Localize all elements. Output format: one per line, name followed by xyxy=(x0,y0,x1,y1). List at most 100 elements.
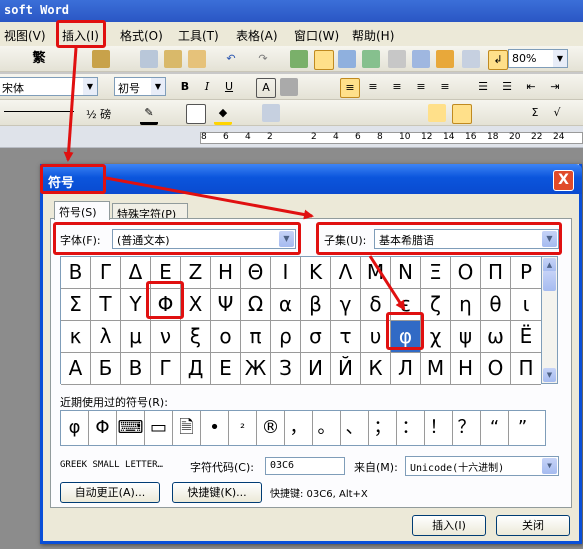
document-map-icon[interactable] xyxy=(436,50,454,68)
menu-format[interactable]: 格式(O) xyxy=(120,27,163,44)
borders-icon[interactable] xyxy=(186,104,206,124)
symbol-cell[interactable]: Σ xyxy=(61,289,91,321)
symbol-cell[interactable]: ι xyxy=(511,289,541,321)
recent-symbol[interactable]: Φ xyxy=(89,411,117,445)
char-border-button[interactable]: A xyxy=(256,78,276,98)
symbol-cell[interactable]: К xyxy=(361,353,391,385)
symbol-cell[interactable]: Л xyxy=(391,353,421,385)
insert-button[interactable]: 插入(I) xyxy=(412,515,486,536)
recent-symbol[interactable]: 。 xyxy=(313,411,341,445)
symbol-cell[interactable]: Б xyxy=(91,353,121,385)
recent-symbol[interactable]: • xyxy=(201,411,229,445)
symbol-cell[interactable]: Ν xyxy=(391,257,421,289)
scroll-thumb[interactable] xyxy=(543,271,556,291)
symbol-cell[interactable]: η xyxy=(451,289,481,321)
symbol-cell[interactable]: τ xyxy=(331,321,361,353)
recent-symbol[interactable]: ” xyxy=(509,411,536,445)
recent-symbol[interactable]: ： xyxy=(397,411,425,445)
chinese-conversion-button[interactable]: 繁 xyxy=(30,50,48,68)
symbol-grid-scrollbar[interactable]: ▲ ▼ xyxy=(542,256,558,384)
symbol-cell[interactable]: Ё xyxy=(511,321,541,353)
recent-symbol[interactable]: ▭ xyxy=(145,411,173,445)
symbol-cell[interactable]: κ xyxy=(61,321,91,353)
line-weight-select[interactable]: ½ 磅 xyxy=(86,106,111,122)
symbol-cell[interactable]: П xyxy=(511,353,541,385)
line-style-icon[interactable] xyxy=(4,111,74,112)
font-name-select[interactable]: 宋体 ▼ xyxy=(0,77,98,96)
symbol-cell[interactable]: А xyxy=(61,353,91,385)
symbol-cell[interactable]: ψ xyxy=(451,321,481,353)
symbol-cell[interactable]: σ xyxy=(301,321,331,353)
recent-symbol[interactable]: ² xyxy=(229,411,257,445)
align-center-icon[interactable]: ≡ xyxy=(364,78,382,96)
tab-symbols[interactable]: 符号(S) xyxy=(54,201,110,220)
recent-symbol[interactable]: ⌨ xyxy=(117,411,145,445)
columns-icon[interactable] xyxy=(388,50,406,68)
char-shading-icon[interactable] xyxy=(280,78,298,96)
symbol-cell[interactable]: О xyxy=(481,353,511,385)
symbol-cell[interactable]: М xyxy=(421,353,451,385)
numbering-icon[interactable]: ☰ xyxy=(474,78,492,96)
sigma-icon[interactable]: Σ xyxy=(526,104,544,122)
recent-symbol[interactable]: ； xyxy=(369,411,397,445)
show-formatting-icon[interactable] xyxy=(462,50,480,68)
drawing-icon[interactable] xyxy=(412,50,430,68)
symbol-cell[interactable]: Ω xyxy=(241,289,271,321)
tables-borders-icon[interactable] xyxy=(314,50,334,70)
symbol-cell[interactable]: ω xyxy=(481,321,511,353)
scroll-down-icon[interactable]: ▼ xyxy=(543,368,556,382)
symbol-cell[interactable]: π xyxy=(241,321,271,353)
symbol-cell[interactable]: Π xyxy=(481,257,511,289)
autoformat-icon[interactable] xyxy=(428,104,446,122)
symbol-cell[interactable]: ρ xyxy=(271,321,301,353)
menu-window[interactable]: 窗口(W) xyxy=(294,27,339,44)
symbol-cell[interactable]: З xyxy=(271,353,301,385)
symbol-cell[interactable]: Ι xyxy=(271,257,301,289)
symbol-cell[interactable]: ν xyxy=(151,321,181,353)
pen-color-icon[interactable]: ✎ xyxy=(140,104,158,125)
symbol-cell[interactable]: Д xyxy=(181,353,211,385)
align-left-icon[interactable]: ≡ xyxy=(340,78,360,98)
symbol-cell[interactable]: И xyxy=(301,353,331,385)
recent-symbol[interactable]: φ xyxy=(61,411,89,445)
recent-symbol[interactable]: ， xyxy=(285,411,313,445)
shortcut-key-button[interactable]: 快捷键(K)... xyxy=(172,482,262,503)
symbol-cell[interactable]: В xyxy=(121,353,151,385)
shading-color-icon[interactable]: ◆ xyxy=(214,104,232,125)
insert-table-icon[interactable] xyxy=(338,50,356,68)
menu-help[interactable]: 帮助(H) xyxy=(352,27,394,44)
symbol-cell[interactable]: Κ xyxy=(301,257,331,289)
symbol-cell[interactable]: Й xyxy=(331,353,361,385)
hyperlink-icon[interactable] xyxy=(290,50,308,68)
insert-table-icon[interactable] xyxy=(262,104,280,122)
justify-icon[interactable]: ≡ xyxy=(412,78,430,96)
recent-symbol[interactable]: ！ xyxy=(425,411,453,445)
symbol-cell[interactable]: ο xyxy=(211,321,241,353)
format-painter-icon[interactable] xyxy=(188,50,206,68)
increase-indent-icon[interactable]: ⇥ xyxy=(546,78,564,96)
symbol-cell[interactable]: β xyxy=(301,289,331,321)
paragraph-marks-icon[interactable]: ↲ xyxy=(488,50,508,70)
symbol-cell[interactable]: Ψ xyxy=(211,289,241,321)
insert-excel-icon[interactable] xyxy=(362,50,380,68)
symbol-cell[interactable]: λ xyxy=(91,321,121,353)
ruler-strip[interactable]: 8 6 4 2 2 4 6 8 10 12 14 16 18 20 22 24 xyxy=(200,132,583,144)
symbol-cell[interactable]: Χ xyxy=(181,289,211,321)
close-button[interactable]: 关闭 xyxy=(496,515,570,536)
symbol-cell[interactable]: ξ xyxy=(181,321,211,353)
symbol-cell[interactable]: α xyxy=(271,289,301,321)
symbol-cell[interactable]: θ xyxy=(481,289,511,321)
table-grid-icon[interactable] xyxy=(452,104,472,124)
redo-icon[interactable]: ↷ xyxy=(254,50,272,68)
close-icon[interactable]: X xyxy=(553,170,574,191)
recent-symbol[interactable]: 、 xyxy=(341,411,369,445)
char-code-input[interactable]: 03C6 xyxy=(265,457,345,475)
symbol-cell[interactable]: Η xyxy=(211,257,241,289)
decrease-indent-icon[interactable]: ⇤ xyxy=(522,78,540,96)
symbol-cell[interactable]: Н xyxy=(451,353,481,385)
symbol-cell[interactable]: Μ xyxy=(361,257,391,289)
symbol-cell[interactable]: Λ xyxy=(331,257,361,289)
research-icon[interactable] xyxy=(92,50,110,68)
font-size-select[interactable]: 初号 ▼ xyxy=(114,77,166,96)
symbol-cell[interactable]: Ж xyxy=(241,353,271,385)
